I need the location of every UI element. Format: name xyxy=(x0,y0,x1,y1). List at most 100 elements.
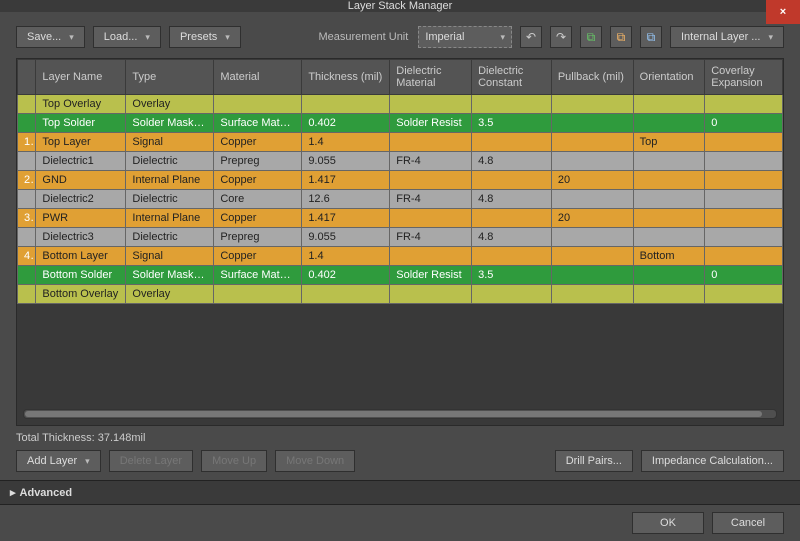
cell-name[interactable]: PWR xyxy=(36,209,126,228)
cell-type[interactable]: Signal xyxy=(126,133,214,152)
cell-name[interactable]: Bottom Overlay xyxy=(36,285,126,304)
cell-thickness[interactable] xyxy=(302,285,390,304)
cell-pull[interactable] xyxy=(551,133,633,152)
ok-button[interactable]: OK xyxy=(632,512,704,534)
cell-material[interactable] xyxy=(214,95,302,114)
cell-num[interactable] xyxy=(18,190,36,209)
cell-cov[interactable] xyxy=(705,133,783,152)
cell-num[interactable]: 1 xyxy=(18,133,36,152)
cell-dconst[interactable] xyxy=(472,133,552,152)
drill-pairs-button[interactable]: Drill Pairs... xyxy=(555,450,633,472)
cell-orient[interactable] xyxy=(633,209,705,228)
cell-material[interactable]: Prepreg xyxy=(214,228,302,247)
cell-num[interactable] xyxy=(18,152,36,171)
cell-cov[interactable] xyxy=(705,247,783,266)
col-layer-name[interactable]: Layer Name xyxy=(36,60,126,95)
cell-cov[interactable] xyxy=(705,228,783,247)
cell-name[interactable]: Bottom Layer xyxy=(36,247,126,266)
close-button[interactable]: × xyxy=(766,0,800,24)
cell-name[interactable]: Top Layer xyxy=(36,133,126,152)
cell-num[interactable] xyxy=(18,228,36,247)
cell-cov[interactable]: 0 xyxy=(705,114,783,133)
cell-type[interactable]: Solder Mask/Co... xyxy=(126,266,214,285)
cell-dconst[interactable]: 3.5 xyxy=(472,266,552,285)
presets-button[interactable]: Presets xyxy=(169,26,241,48)
table-row[interactable]: Dielectric2DielectricCore12.6FR-44.8 xyxy=(18,190,783,209)
cell-dconst[interactable] xyxy=(472,171,552,190)
cell-dconst[interactable]: 4.8 xyxy=(472,190,552,209)
cell-dconst[interactable]: 3.5 xyxy=(472,114,552,133)
cell-orient[interactable]: Bottom xyxy=(633,247,705,266)
cell-cov[interactable] xyxy=(705,209,783,228)
cell-dmat[interactable] xyxy=(390,285,472,304)
cell-orient[interactable]: Top xyxy=(633,133,705,152)
advanced-section-toggle[interactable]: ▸ Advanced xyxy=(0,480,800,504)
export-icon[interactable]: ⧉ xyxy=(610,26,632,48)
undo-icon[interactable]: ↶ xyxy=(520,26,542,48)
cell-type[interactable]: Overlay xyxy=(126,95,214,114)
cell-orient[interactable] xyxy=(633,95,705,114)
cell-dmat[interactable]: Solder Resist xyxy=(390,266,472,285)
col-type[interactable]: Type xyxy=(126,60,214,95)
cell-orient[interactable] xyxy=(633,228,705,247)
cell-pull[interactable] xyxy=(551,190,633,209)
move-down-button[interactable]: Move Down xyxy=(275,450,355,472)
table-row[interactable]: Dielectric1DielectricPrepreg9.055FR-44.8 xyxy=(18,152,783,171)
cell-dconst[interactable] xyxy=(472,247,552,266)
cell-orient[interactable] xyxy=(633,285,705,304)
col-material[interactable]: Material xyxy=(214,60,302,95)
cell-thickness[interactable]: 1.4 xyxy=(302,133,390,152)
move-up-button[interactable]: Move Up xyxy=(201,450,267,472)
col-pullback[interactable]: Pullback (mil) xyxy=(551,60,633,95)
cell-name[interactable]: Top Solder xyxy=(36,114,126,133)
table-row[interactable]: 3PWRInternal PlaneCopper1.41720 xyxy=(18,209,783,228)
table-row[interactable]: Dielectric3DielectricPrepreg9.055FR-44.8 xyxy=(18,228,783,247)
cell-material[interactable]: Core xyxy=(214,190,302,209)
cell-num[interactable]: 2 xyxy=(18,171,36,190)
copy-icon[interactable]: ⧉ xyxy=(640,26,662,48)
load-button[interactable]: Load... xyxy=(93,26,161,48)
cell-cov[interactable]: 0 xyxy=(705,266,783,285)
cell-material[interactable]: Surface Material xyxy=(214,114,302,133)
cell-dconst[interactable] xyxy=(472,285,552,304)
cell-thickness[interactable]: 0.402 xyxy=(302,266,390,285)
cell-thickness[interactable]: 1.417 xyxy=(302,209,390,228)
cell-type[interactable]: Internal Plane xyxy=(126,171,214,190)
cell-material[interactable]: Copper xyxy=(214,133,302,152)
cell-material[interactable] xyxy=(214,285,302,304)
cell-dmat[interactable] xyxy=(390,247,472,266)
cell-material[interactable]: Surface Material xyxy=(214,266,302,285)
cell-dconst[interactable] xyxy=(472,209,552,228)
cell-type[interactable]: Signal xyxy=(126,247,214,266)
cell-material[interactable]: Copper xyxy=(214,247,302,266)
add-layer-button[interactable]: Add Layer xyxy=(16,450,101,472)
cancel-button[interactable]: Cancel xyxy=(712,512,784,534)
save-button[interactable]: Save... xyxy=(16,26,85,48)
col-dielectric-material[interactable]: Dielectric Material xyxy=(390,60,472,95)
cell-dmat[interactable]: FR-4 xyxy=(390,190,472,209)
cell-dmat[interactable] xyxy=(390,171,472,190)
cell-dmat[interactable]: Solder Resist xyxy=(390,114,472,133)
table-row[interactable]: Top SolderSolder Mask/Co...Surface Mater… xyxy=(18,114,783,133)
measurement-unit-select[interactable]: Imperial xyxy=(418,26,512,48)
table-row[interactable]: Top OverlayOverlay xyxy=(18,95,783,114)
cell-orient[interactable] xyxy=(633,190,705,209)
cell-cov[interactable] xyxy=(705,95,783,114)
cell-type[interactable]: Solder Mask/Co... xyxy=(126,114,214,133)
cell-num[interactable]: 3 xyxy=(18,209,36,228)
cell-name[interactable]: Dielectric3 xyxy=(36,228,126,247)
cell-dmat[interactable]: FR-4 xyxy=(390,152,472,171)
cell-cov[interactable] xyxy=(705,285,783,304)
horizontal-scrollbar[interactable] xyxy=(23,409,777,419)
cell-thickness[interactable]: 0.402 xyxy=(302,114,390,133)
cell-num[interactable] xyxy=(18,114,36,133)
cell-dconst[interactable]: 4.8 xyxy=(472,228,552,247)
cell-num[interactable] xyxy=(18,95,36,114)
cell-dmat[interactable] xyxy=(390,133,472,152)
cell-thickness[interactable]: 9.055 xyxy=(302,152,390,171)
cell-pull[interactable] xyxy=(551,285,633,304)
cell-thickness[interactable]: 1.4 xyxy=(302,247,390,266)
cell-material[interactable]: Copper xyxy=(214,171,302,190)
delete-layer-button[interactable]: Delete Layer xyxy=(109,450,193,472)
cell-pull[interactable]: 20 xyxy=(551,171,633,190)
